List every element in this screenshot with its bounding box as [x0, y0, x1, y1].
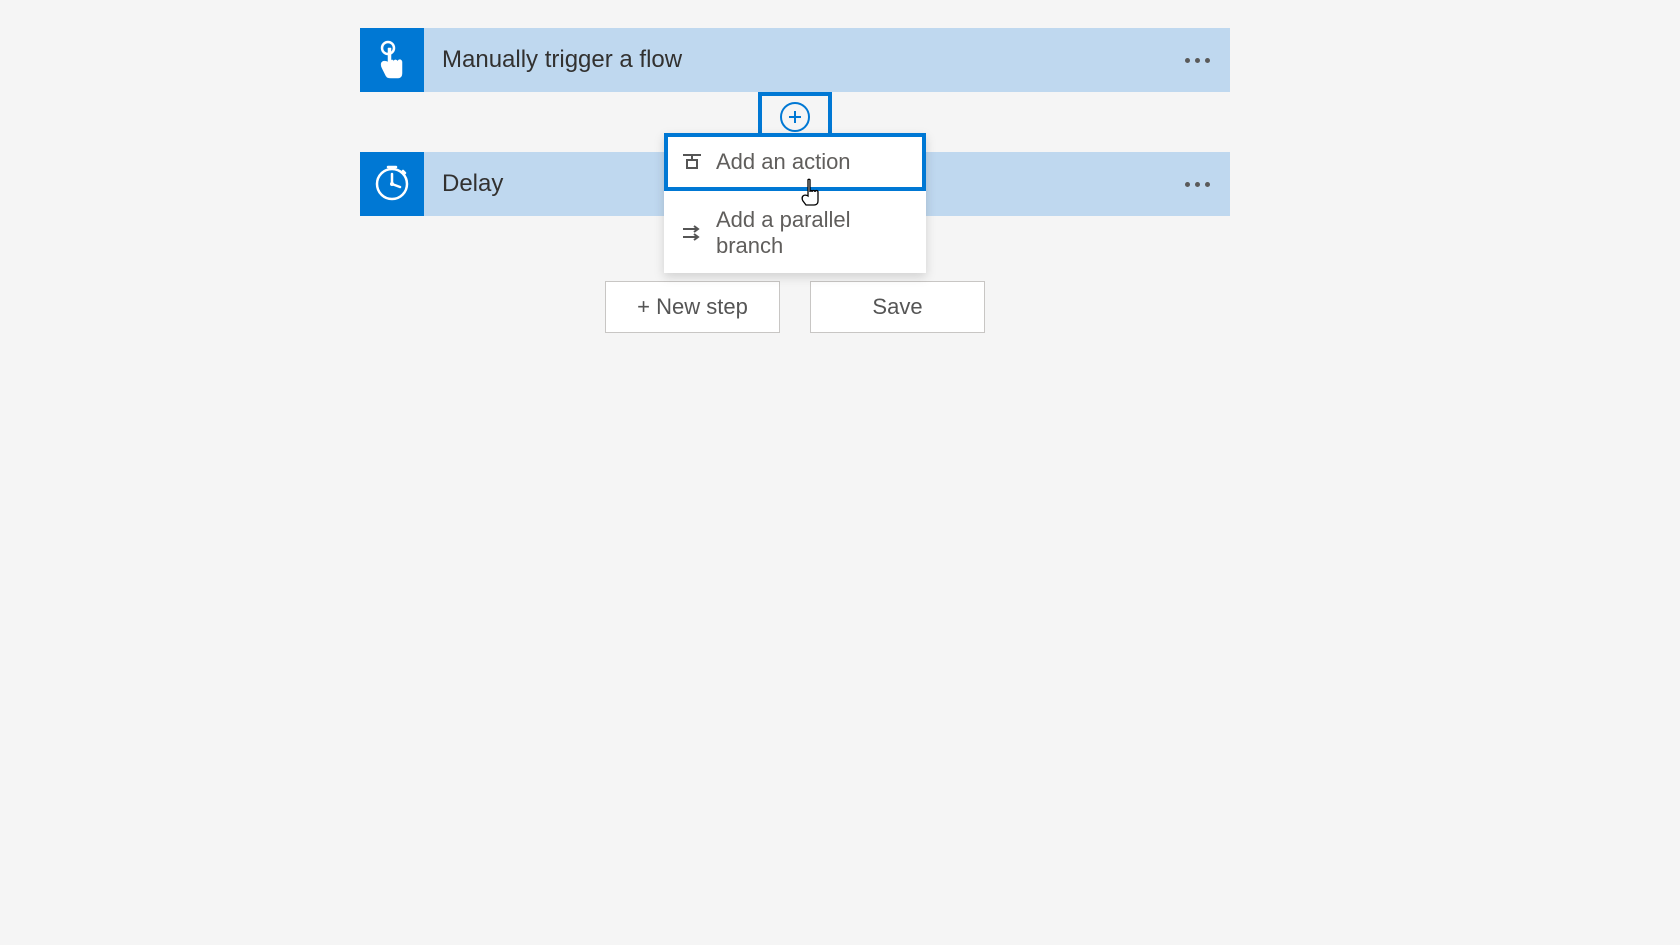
menu-item-label: Add an action: [716, 149, 851, 175]
add-action-menu-item[interactable]: Add an action: [664, 133, 926, 191]
menu-item-label: Add a parallel branch: [716, 207, 908, 259]
more-icon: [1185, 182, 1210, 187]
card-menu-button[interactable]: [1185, 58, 1210, 63]
more-icon: [1185, 58, 1210, 63]
flow-canvas: Manually trigger a flow: [0, 0, 1680, 333]
add-parallel-branch-menu-item[interactable]: Add a parallel branch: [664, 191, 926, 273]
parallel-branch-icon: [682, 224, 702, 242]
insert-step-button[interactable]: [758, 92, 832, 139]
insert-action-icon: [682, 153, 702, 171]
plus-circle-icon: [780, 102, 810, 132]
trigger-card[interactable]: Manually trigger a flow: [360, 28, 1230, 92]
trigger-card-title: Manually trigger a flow: [442, 46, 1185, 74]
save-button[interactable]: Save: [810, 281, 985, 333]
connector: Add an action Add a parallel branch: [360, 92, 1230, 152]
card-menu-button[interactable]: [1185, 182, 1210, 187]
touch-icon: [360, 28, 424, 92]
footer-buttons: + New step Save: [360, 281, 1230, 333]
clock-icon: [360, 152, 424, 216]
new-step-button[interactable]: + New step: [605, 281, 780, 333]
insert-popup-menu: Add an action Add a parallel branch: [664, 133, 926, 273]
